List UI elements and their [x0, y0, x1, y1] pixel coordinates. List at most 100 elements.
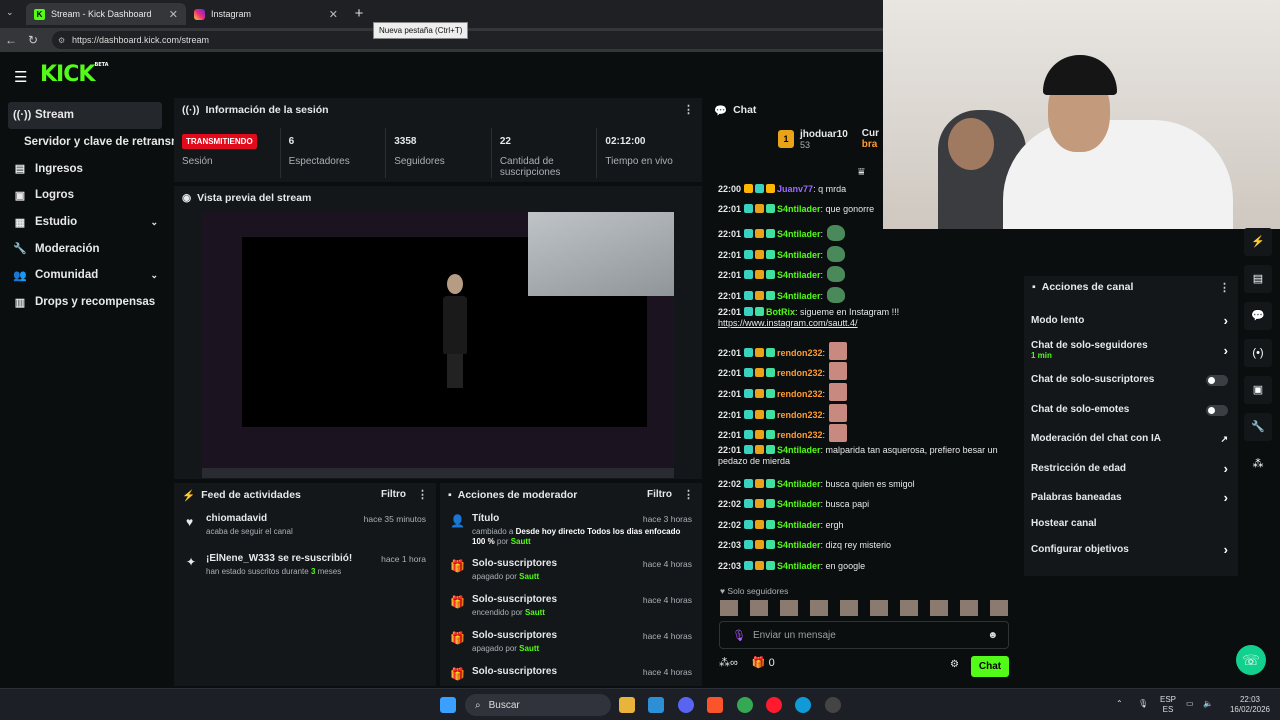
chat-username[interactable]: BotRix	[766, 307, 795, 317]
gift-icon[interactable]: 🎁 0	[752, 656, 775, 669]
edge-icon[interactable]	[795, 697, 811, 713]
windows-start-icon[interactable]	[440, 697, 456, 713]
new-tab-button[interactable]: +	[350, 5, 368, 23]
close-tab-icon[interactable]: ✕	[169, 8, 178, 21]
avatar[interactable]	[780, 600, 798, 616]
sidebar-item-studio[interactable]: ▦ Estudio ⌄	[0, 209, 172, 236]
tab-kick-dashboard[interactable]: K Stream - Kick Dashboard ✕	[26, 3, 186, 25]
tab-list-icon[interactable]: ⌄	[6, 7, 14, 18]
chat-username[interactable]: S4ntilader	[777, 291, 821, 301]
site-info-icon[interactable]: ⚙	[58, 36, 65, 45]
close-tab-icon[interactable]: ✕	[329, 8, 338, 21]
avatar[interactable]	[960, 600, 978, 616]
users-icon[interactable]: ⁂	[1244, 450, 1272, 478]
action-host-channel[interactable]: Hostear canal	[1024, 513, 1238, 535]
action-emotes-only[interactable]: Chat de solo-emotes	[1024, 395, 1238, 425]
clock[interactable]: 22:03 16/02/2026	[1224, 695, 1276, 715]
url-field[interactable]: ⚙ https://dashboard.kick.com/stream	[52, 31, 892, 49]
stream-preview-video[interactable]	[202, 212, 674, 478]
help-chat-button[interactable]: ☏	[1236, 645, 1266, 675]
obs-icon[interactable]	[825, 697, 841, 713]
chat-username[interactable]: rendon232	[777, 430, 823, 440]
action-age-restriction[interactable]: Restricción de edad ›	[1024, 454, 1238, 484]
more-options-icon[interactable]: ⋮	[683, 488, 694, 501]
more-options-icon[interactable]: ⋮	[683, 103, 694, 116]
sidebar-item-stream-key[interactable]: Servidor y clave de retransmisión	[0, 129, 208, 156]
volume-icon[interactable]: 🔈	[1203, 699, 1213, 709]
broadcast-icon[interactable]: (•)	[1244, 339, 1272, 367]
avatar[interactable]	[750, 600, 768, 616]
more-options-icon[interactable]: ⋮	[417, 488, 428, 501]
chat-username[interactable]: rendon232	[777, 368, 823, 378]
kick-logo[interactable]: KICKBETA	[40, 62, 109, 87]
reload-icon[interactable]: ↻	[22, 33, 44, 47]
sidebar-item-drops[interactable]: ▥ Drops y recompensas	[0, 289, 172, 316]
avatar[interactable]	[900, 600, 918, 616]
chat-username[interactable]: S4ntilader	[777, 445, 821, 455]
discord-icon[interactable]	[678, 697, 694, 713]
back-icon[interactable]: ←	[0, 33, 22, 47]
chat-username[interactable]: S4ntilader	[777, 229, 821, 239]
wrench-icon[interactable]: 🔧	[1244, 413, 1272, 441]
document-icon[interactable]: ▤	[1244, 265, 1272, 293]
chrome-icon[interactable]	[737, 697, 753, 713]
chat-username[interactable]: S4ntilader	[777, 499, 821, 509]
brave-icon[interactable]	[707, 697, 723, 713]
chat-bubble-icon[interactable]: 💬	[1244, 302, 1272, 330]
chat-username[interactable]: rendon232	[777, 348, 823, 358]
chat-link[interactable]: https://www.instagram.com/sautt.4/	[718, 318, 858, 328]
microphone-tray-icon[interactable]: 🎙	[1138, 699, 1148, 709]
action-followers-only[interactable]: Chat de solo-seguidores 1 min ›	[1024, 336, 1238, 366]
chat-username[interactable]: S4ntilader	[777, 204, 821, 214]
chat-username[interactable]: S4ntilader	[777, 270, 821, 280]
action-ai-moderation[interactable]: Moderación del chat con IA ↗	[1024, 424, 1238, 454]
file-explorer-icon[interactable]	[619, 697, 635, 713]
settings-gear-icon[interactable]: ⚙	[950, 659, 959, 670]
sidebar-item-community[interactable]: 👥 Comunidad ⌄	[0, 262, 172, 289]
avatar[interactable]	[810, 600, 828, 616]
subscribers-only-toggle[interactable]	[1206, 375, 1228, 386]
chat-username[interactable]: S4ntilader	[777, 250, 821, 260]
more-options-icon[interactable]: ⋮	[1219, 281, 1230, 294]
action-subscribers-only[interactable]: Chat de solo-suscriptores	[1024, 365, 1238, 395]
emoji-icon[interactable]: ☻	[987, 630, 998, 641]
chat-username[interactable]: S4ntilader	[777, 561, 821, 571]
chat-username[interactable]: rendon232	[777, 389, 823, 399]
avatar[interactable]	[720, 600, 738, 616]
emotes-only-toggle[interactable]	[1206, 404, 1228, 416]
app-icon[interactable]	[648, 697, 664, 713]
menu-icon[interactable]: ☰	[14, 68, 27, 86]
chat-filter-icon[interactable]: ⩸	[858, 166, 865, 179]
send-chat-button[interactable]: Chat	[971, 656, 1009, 677]
sidebar-item-achievements[interactable]: ▣ Logros	[0, 182, 172, 209]
microphone-icon[interactable]: 🎙	[732, 629, 746, 642]
avatar[interactable]	[840, 600, 858, 616]
network-icon[interactable]: ▭	[1186, 699, 1194, 709]
language-indicator[interactable]: ESP ES	[1160, 695, 1176, 715]
tray-chevron-up-icon[interactable]: ⌃	[1116, 699, 1123, 709]
chat-message-input[interactable]: 🎙 Enviar un mensaje ☻	[719, 621, 1009, 649]
chat-username[interactable]: S4ntilader	[777, 479, 821, 489]
avatar[interactable]	[930, 600, 948, 616]
action-slow-mode[interactable]: Modo lento ›	[1024, 306, 1238, 336]
chat-username[interactable]: S4ntilader	[777, 520, 821, 530]
tab-instagram[interactable]: Instagram ✕	[186, 3, 346, 25]
sidebar-item-moderation[interactable]: 🔧 Moderación	[0, 235, 172, 262]
sidebar: ((·)) Stream Servidor y clave de retransm…	[0, 100, 208, 316]
filter-button[interactable]: Filtro	[647, 489, 672, 500]
chat-username[interactable]: Juanv77	[777, 184, 813, 194]
action-configure-goals[interactable]: Configurar objetivos ›	[1024, 535, 1238, 565]
action-banned-words[interactable]: Palabras baneadas ›	[1024, 483, 1238, 513]
users-icon[interactable]: ⁂∞	[719, 656, 738, 669]
filter-button[interactable]: Filtro	[381, 489, 406, 500]
sidebar-item-income[interactable]: ▤ Ingresos	[0, 155, 172, 182]
opera-icon[interactable]	[766, 697, 782, 713]
layout-icon[interactable]: ▣	[1244, 376, 1272, 404]
sidebar-item-stream[interactable]: ((·)) Stream	[8, 102, 162, 129]
taskbar-search[interactable]: ⌕ Buscar	[465, 694, 611, 716]
avatar[interactable]	[990, 600, 1008, 616]
avatar[interactable]	[870, 600, 888, 616]
chat-username[interactable]: rendon232	[777, 410, 823, 420]
chat-username[interactable]: S4ntilader	[777, 540, 821, 550]
bolt-icon[interactable]: ⚡	[1244, 228, 1272, 256]
